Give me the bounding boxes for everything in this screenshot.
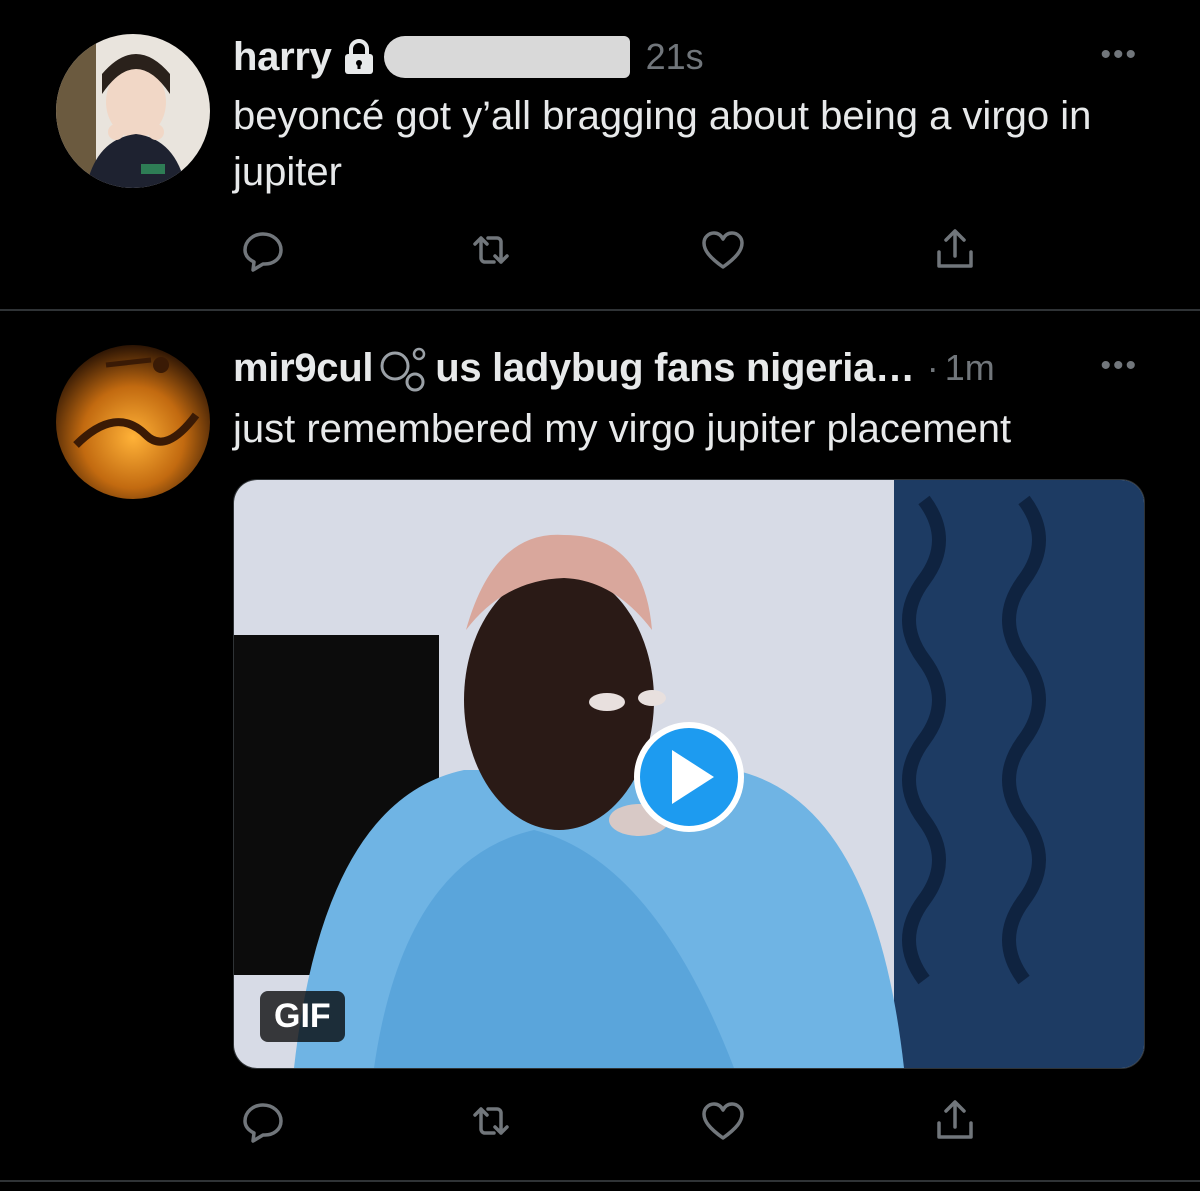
share-button[interactable] (931, 226, 979, 274)
share-icon (937, 229, 973, 268)
redacted-handle (383, 36, 630, 78)
retweet-button[interactable] (467, 1097, 515, 1145)
like-button[interactable] (699, 1097, 747, 1145)
gif-media[interactable]: GIF (233, 479, 1145, 1069)
timestamp[interactable]: 21s (646, 36, 704, 78)
reply-button[interactable] (239, 1097, 287, 1145)
display-name[interactable]: harry (233, 35, 332, 80)
retweet-button[interactable] (467, 226, 515, 274)
bubbles-icon (379, 344, 429, 392)
reply-button[interactable] (239, 226, 287, 274)
tweet-actions (233, 1097, 993, 1145)
like-icon (702, 231, 744, 269)
tweet-header: harry 21s (233, 32, 704, 82)
tweet-text: just remembered my virgo jupiter placeme… (233, 407, 1012, 451)
more-options-button[interactable]: ••• (1100, 349, 1138, 383)
lock-icon (342, 38, 376, 76)
share-icon (937, 1100, 973, 1139)
timestamp[interactable]: 1m (945, 347, 995, 389)
tweet-2[interactable]: mir9cul us ladybug fans nigeria… · 1m ••… (0, 311, 1200, 1181)
tweet-header: mir9cul us ladybug fans nigeria… · 1m (233, 343, 995, 393)
retweet-icon (473, 1107, 509, 1135)
divider (0, 1180, 1200, 1182)
gif-badge: GIF (260, 991, 345, 1042)
avatar[interactable] (56, 345, 210, 499)
retweet-icon (473, 236, 509, 264)
reply-icon (243, 232, 283, 272)
reply-icon (243, 1103, 283, 1143)
like-icon (702, 1102, 744, 1140)
display-name[interactable]: mir9cul (233, 346, 373, 391)
display-name-suffix[interactable]: us ladybug fans nigeria… (435, 346, 915, 391)
separator: · (926, 347, 939, 388)
tweet-actions (233, 226, 993, 274)
play-button[interactable] (634, 722, 744, 832)
tweet-1[interactable]: harry 21s ••• beyoncé got y’all bragging… (0, 0, 1200, 310)
tweet-text: beyoncé got y’all bragging about being a… (233, 94, 1092, 194)
share-button[interactable] (931, 1097, 979, 1145)
more-options-button[interactable]: ••• (1100, 38, 1138, 72)
play-icon (672, 750, 714, 804)
avatar[interactable] (56, 34, 210, 188)
like-button[interactable] (699, 226, 747, 274)
